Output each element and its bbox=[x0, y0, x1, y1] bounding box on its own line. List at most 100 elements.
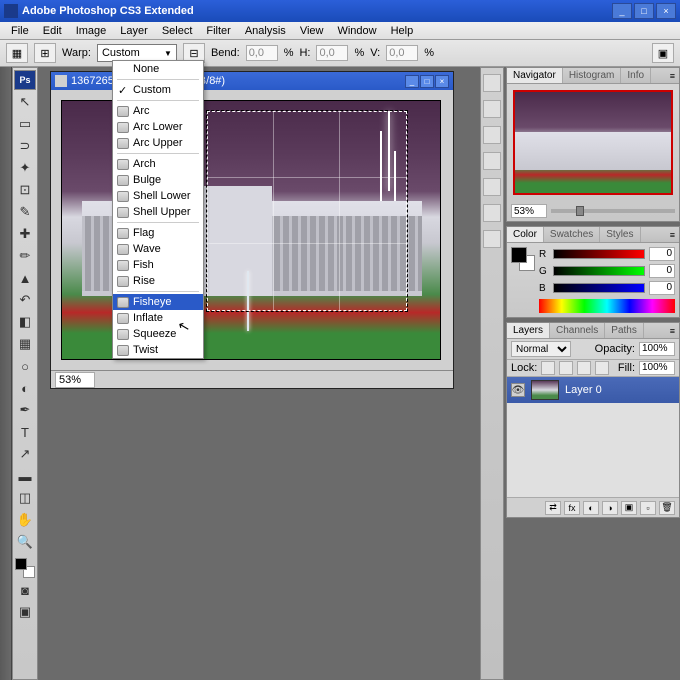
warp-option-arc[interactable]: Arc bbox=[113, 103, 203, 119]
warp-option-arc-upper[interactable]: Arc Upper bbox=[113, 135, 203, 151]
gradient-tool[interactable]: ▦ bbox=[14, 334, 36, 354]
opacity-input[interactable]: 100% bbox=[639, 342, 675, 356]
navigator-thumbnail[interactable] bbox=[513, 90, 673, 195]
panel-menu-icon[interactable]: ≡ bbox=[666, 71, 679, 81]
panel-menu-icon[interactable]: ≡ bbox=[666, 230, 679, 240]
blend-mode-select[interactable]: Normal bbox=[511, 341, 571, 357]
panel-menu-icon[interactable]: ≡ bbox=[666, 326, 679, 336]
new-group-icon[interactable]: ▣ bbox=[621, 501, 637, 515]
zoom-tool[interactable]: 🔍 bbox=[14, 532, 36, 552]
new-layer-icon[interactable]: ▫ bbox=[640, 501, 656, 515]
g-slider[interactable] bbox=[553, 266, 645, 276]
b-slider[interactable] bbox=[553, 283, 645, 293]
warp-option-wave[interactable]: Wave bbox=[113, 241, 203, 257]
eraser-tool[interactable]: ◧ bbox=[14, 312, 36, 332]
warp-option-arch[interactable]: Arch bbox=[113, 156, 203, 172]
tab-histogram[interactable]: Histogram bbox=[563, 68, 622, 83]
lasso-tool[interactable]: ⊃ bbox=[14, 136, 36, 156]
hand-tool[interactable]: ✋ bbox=[14, 510, 36, 530]
warp-option-none[interactable]: None bbox=[113, 61, 203, 77]
lock-position-icon[interactable] bbox=[577, 361, 591, 375]
bend-input[interactable] bbox=[246, 45, 278, 61]
r-value[interactable]: 0 bbox=[649, 247, 675, 261]
tab-info[interactable]: Info bbox=[621, 68, 651, 83]
h-input[interactable] bbox=[316, 45, 348, 61]
shape-tool[interactable]: ▬ bbox=[14, 466, 36, 486]
crop-tool[interactable]: ⊡ bbox=[14, 180, 36, 200]
doc-maximize-button[interactable]: □ bbox=[420, 75, 434, 88]
clone-icon[interactable] bbox=[483, 100, 501, 118]
menu-window[interactable]: Window bbox=[330, 23, 383, 39]
warp-option-shell-lower[interactable]: Shell Lower bbox=[113, 188, 203, 204]
v-input[interactable] bbox=[386, 45, 418, 61]
menu-help[interactable]: Help bbox=[384, 23, 421, 39]
layer-row[interactable]: 👁 Layer 0 bbox=[507, 377, 679, 403]
layer-style-icon[interactable]: fx bbox=[564, 501, 580, 515]
warp-option-rise[interactable]: Rise bbox=[113, 273, 203, 289]
menu-analysis[interactable]: Analysis bbox=[238, 23, 293, 39]
tab-swatches[interactable]: Swatches bbox=[544, 227, 600, 242]
menu-layer[interactable]: Layer bbox=[113, 23, 155, 39]
layer-thumbnail[interactable] bbox=[531, 380, 559, 400]
menu-image[interactable]: Image bbox=[69, 23, 114, 39]
warp-option-shell-upper[interactable]: Shell Upper bbox=[113, 204, 203, 220]
lock-pixels-icon[interactable] bbox=[559, 361, 573, 375]
selection-marquee[interactable] bbox=[207, 111, 407, 311]
wand-tool[interactable]: ✦ bbox=[14, 158, 36, 178]
maximize-button[interactable]: □ bbox=[634, 3, 654, 19]
color-swatches[interactable] bbox=[15, 558, 35, 578]
pen-tool[interactable]: ✒ bbox=[14, 400, 36, 420]
menu-edit[interactable]: Edit bbox=[36, 23, 69, 39]
doc-close-button[interactable]: × bbox=[435, 75, 449, 88]
lock-transparency-icon[interactable] bbox=[541, 361, 555, 375]
brushes-icon[interactable] bbox=[483, 74, 501, 92]
tab-paths[interactable]: Paths bbox=[605, 323, 644, 338]
paragraph-icon[interactable] bbox=[483, 230, 501, 248]
type-tool[interactable]: T bbox=[14, 422, 36, 442]
menu-filter[interactable]: Filter bbox=[199, 23, 237, 39]
tab-styles[interactable]: Styles bbox=[600, 227, 640, 242]
dodge-tool[interactable]: ◐ bbox=[14, 378, 36, 398]
warp-option-twist[interactable]: Twist bbox=[113, 342, 203, 358]
lock-all-icon[interactable] bbox=[595, 361, 609, 375]
healing-tool[interactable]: ✚ bbox=[14, 224, 36, 244]
character-icon[interactable] bbox=[483, 204, 501, 222]
layercomps-icon[interactable] bbox=[483, 152, 501, 170]
warp-option-fisheye[interactable]: Fisheye bbox=[113, 294, 203, 310]
left-dock[interactable] bbox=[0, 67, 12, 680]
workspace-icon[interactable]: ▣ bbox=[652, 43, 674, 63]
blur-tool[interactable]: ○ bbox=[14, 356, 36, 376]
close-button[interactable]: × bbox=[656, 3, 676, 19]
menu-view[interactable]: View bbox=[293, 23, 331, 39]
nav-zoom-input[interactable] bbox=[511, 204, 547, 218]
history-brush-tool[interactable]: ↶ bbox=[14, 290, 36, 310]
warp-option-custom[interactable]: ✓Custom bbox=[113, 82, 203, 98]
doc-minimize-button[interactable]: _ bbox=[405, 75, 419, 88]
actions-icon[interactable] bbox=[483, 178, 501, 196]
move-tool[interactable]: ↖ bbox=[14, 92, 36, 112]
tab-navigator[interactable]: Navigator bbox=[507, 68, 563, 83]
nav-zoom-slider[interactable] bbox=[551, 209, 675, 213]
fill-input[interactable]: 100% bbox=[639, 361, 675, 375]
g-value[interactable]: 0 bbox=[649, 264, 675, 278]
delete-layer-icon[interactable]: 🗑 bbox=[659, 501, 675, 515]
brush-tool[interactable]: ✏ bbox=[14, 246, 36, 266]
menu-select[interactable]: Select bbox=[155, 23, 200, 39]
adjustment-layer-icon[interactable]: ◑ bbox=[602, 501, 618, 515]
add-mask-icon[interactable]: ◐ bbox=[583, 501, 599, 515]
tab-channels[interactable]: Channels bbox=[550, 323, 605, 338]
tab-layers[interactable]: Layers bbox=[507, 323, 550, 338]
warp-option-inflate[interactable]: Inflate bbox=[113, 310, 203, 326]
visibility-icon[interactable]: 👁 bbox=[511, 383, 525, 397]
warp-option-arc-lower[interactable]: Arc Lower bbox=[113, 119, 203, 135]
eyedropper-tool[interactable]: ✎ bbox=[14, 202, 36, 222]
screenmode-tool[interactable]: ▣ bbox=[14, 602, 36, 622]
link-layers-icon[interactable]: ⇄ bbox=[545, 501, 561, 515]
quickmask-tool[interactable]: ◙ bbox=[14, 580, 36, 600]
notes-tool[interactable]: ◫ bbox=[14, 488, 36, 508]
tab-color[interactable]: Color bbox=[507, 227, 544, 242]
zoom-field[interactable]: 53% bbox=[55, 372, 95, 388]
minimize-button[interactable]: _ bbox=[612, 3, 632, 19]
color-spectrum[interactable] bbox=[539, 299, 675, 313]
warp-option-bulge[interactable]: Bulge bbox=[113, 172, 203, 188]
